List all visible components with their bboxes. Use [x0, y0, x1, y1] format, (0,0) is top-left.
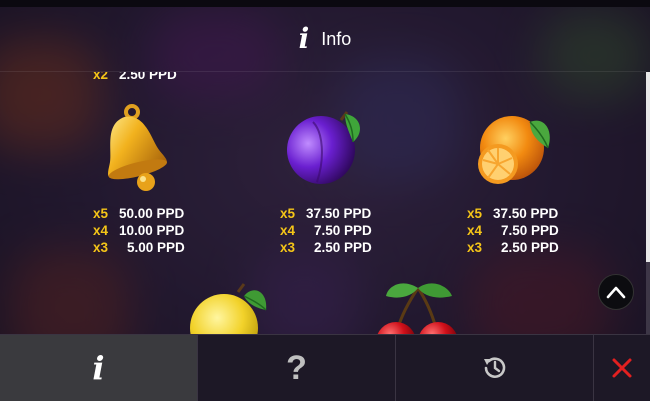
- payout-multiplier: x4: [467, 223, 483, 238]
- page-title: Info: [321, 28, 352, 49]
- question-mark-icon: ?: [286, 348, 307, 387]
- info-icon: i: [92, 349, 105, 387]
- payout-value: 37.50 PPD: [306, 206, 372, 221]
- close-button[interactable]: [594, 335, 650, 401]
- payout-multiplier: x5: [467, 206, 483, 221]
- top-edge: [0, 0, 650, 7]
- orange-symbol-icon: [478, 116, 550, 184]
- payout-value: 7.50 PPD: [501, 223, 559, 238]
- close-icon: [612, 358, 632, 378]
- orange-payouts: x5 37.50 PPD x4 7.50 PPD x3 2.50 PPD: [467, 205, 559, 256]
- bottom-navigation: i ?: [0, 334, 650, 401]
- payout-value: 2.50 PPD: [501, 240, 559, 255]
- payout-value: 2.50 PPD: [314, 240, 372, 255]
- payout-multiplier: x3: [280, 240, 296, 255]
- payout-value: 37.50 PPD: [493, 206, 559, 221]
- lemon-symbol-icon: [190, 283, 267, 334]
- payout-value: 50.00 PPD: [119, 206, 185, 221]
- info-icon: i: [298, 22, 310, 55]
- payout-multiplier: x2: [93, 72, 109, 82]
- info-header: i Info: [0, 7, 650, 71]
- plum-symbol-icon: [287, 111, 360, 184]
- plum-payouts: x5 37.50 PPD x4 7.50 PPD x3 2.50 PPD: [280, 205, 372, 256]
- payout-multiplier: x3: [467, 240, 483, 255]
- scrollbar-thumb[interactable]: [646, 72, 650, 262]
- payout-multiplier: x4: [93, 223, 109, 238]
- tab-history[interactable]: [396, 335, 594, 401]
- bell-symbol-icon: [108, 104, 167, 191]
- payout-multiplier: x5: [280, 206, 296, 221]
- history-icon: [483, 357, 505, 378]
- paytable-scrollbar[interactable]: [646, 72, 650, 334]
- tab-help[interactable]: ?: [198, 335, 396, 401]
- chevron-up-icon: [606, 286, 626, 299]
- payout-multiplier: x5: [93, 206, 109, 221]
- payout-multiplier: x3: [93, 240, 109, 255]
- payout-multiplier: x4: [280, 223, 296, 238]
- tab-info[interactable]: i: [0, 335, 198, 401]
- paytable-scroll-area[interactable]: x2 2.50 PPD x5 50.00 PPD x4 10.00 PPD x3…: [0, 72, 646, 334]
- scroll-to-top-button[interactable]: [598, 274, 634, 310]
- payout-row-partial: x2 2.50 PPD: [93, 72, 177, 83]
- payout-value: 5.00 PPD: [127, 240, 185, 255]
- payout-value: 7.50 PPD: [314, 223, 372, 238]
- bell-payouts: x5 50.00 PPD x4 10.00 PPD x3 5.00 PPD: [93, 205, 185, 256]
- cherries-symbol-icon: [377, 283, 457, 334]
- payout-value: 2.50 PPD: [119, 72, 177, 82]
- payout-value: 10.00 PPD: [119, 223, 185, 238]
